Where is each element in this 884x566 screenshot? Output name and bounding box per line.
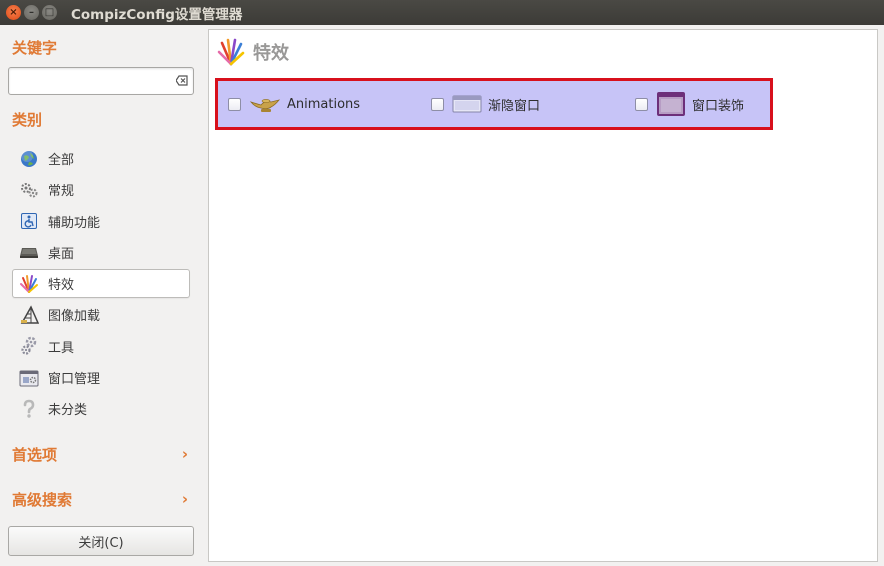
image-loading-icon xyxy=(19,305,39,325)
category-item-general[interactable]: 常规 xyxy=(12,175,190,204)
category-item-window-management[interactable]: 窗口管理 xyxy=(12,363,190,392)
title-bar: × – □ CompizConfig设置管理器 xyxy=(0,0,884,25)
category-item-uncategorized[interactable]: 未分类 xyxy=(12,394,190,423)
minimize-window-icon[interactable]: – xyxy=(24,5,39,20)
plugin-list: Animations 渐隐窗口 窗口装饰 xyxy=(215,78,773,130)
main-window: 关键字 类别 全部 常规 辅助功能 桌面 特效 图像加载 工具 窗口管理 未分类… xyxy=(0,25,884,566)
tools-icon xyxy=(19,336,39,356)
globe-icon xyxy=(19,149,39,169)
category-item-all[interactable]: 全部 xyxy=(12,144,190,173)
desktop-icon xyxy=(19,242,39,262)
lamp-icon xyxy=(249,99,281,112)
effects-icon xyxy=(217,38,245,66)
window-decoration-icon xyxy=(657,92,685,116)
window-controls: × – □ xyxy=(6,5,57,20)
maximize-window-icon[interactable]: □ xyxy=(42,5,57,20)
category-label: 窗口管理 xyxy=(48,372,101,388)
plugin-item-animations[interactable]: Animations xyxy=(228,81,360,127)
plugin-label: 渐隐窗口 xyxy=(488,98,541,114)
category-label: 辅助功能 xyxy=(48,215,101,231)
window-title: CompizConfig设置管理器 xyxy=(71,6,243,23)
effects-icon xyxy=(19,274,39,294)
preferences-label: 首选项 xyxy=(12,445,58,464)
category-item-desktop[interactable]: 桌面 xyxy=(12,238,190,267)
clear-search-icon[interactable] xyxy=(176,75,188,86)
sidebar: 关键字 类别 全部 常规 辅助功能 桌面 特效 图像加载 工具 窗口管理 未分类… xyxy=(0,25,208,566)
category-item-effects[interactable]: 特效 xyxy=(12,269,190,299)
category-item-tools[interactable]: 工具 xyxy=(12,332,190,361)
plugin-item-window-decoration[interactable]: 窗口装饰 xyxy=(635,81,744,127)
plugin-checkbox[interactable] xyxy=(228,97,241,111)
advanced-search-expander[interactable]: 高级搜索 › xyxy=(12,488,190,510)
categories-heading: 类别 xyxy=(12,111,43,129)
filter-heading: 关键字 xyxy=(12,39,58,57)
category-label: 图像加载 xyxy=(48,309,101,325)
content-header: 特效 xyxy=(217,38,289,66)
content-panel: 特效 Animations 渐隐窗口 窗口装饰 xyxy=(208,29,878,562)
uncategorized-icon xyxy=(19,399,39,419)
category-list: 全部 常规 辅助功能 桌面 特效 图像加载 工具 窗口管理 未分类 xyxy=(12,144,190,426)
gears-icon xyxy=(19,180,39,200)
accessibility-icon xyxy=(19,211,39,231)
category-label: 桌面 xyxy=(48,246,75,262)
chevron-right-icon: › xyxy=(181,490,188,508)
plugin-label: Animations xyxy=(287,96,361,112)
advanced-search-label: 高级搜索 xyxy=(12,490,73,509)
category-item-image-loading[interactable]: 图像加载 xyxy=(12,300,190,329)
close-window-icon[interactable]: × xyxy=(6,5,21,20)
category-label: 工具 xyxy=(48,340,75,356)
plugin-checkbox[interactable] xyxy=(431,97,444,111)
category-item-accessibility[interactable]: 辅助功能 xyxy=(12,207,190,236)
search-input[interactable] xyxy=(8,67,194,95)
page-title: 特效 xyxy=(253,43,289,64)
category-label: 特效 xyxy=(48,278,75,294)
chevron-right-icon: › xyxy=(181,445,188,463)
close-button[interactable]: 关闭(C) xyxy=(8,526,194,556)
plugin-checkbox[interactable] xyxy=(635,97,648,111)
plugin-item-window-fade[interactable]: 渐隐窗口 xyxy=(431,81,540,127)
window-management-icon xyxy=(19,368,39,388)
preferences-expander[interactable]: 首选项 › xyxy=(12,443,190,465)
category-label: 未分类 xyxy=(48,403,88,419)
category-label: 全部 xyxy=(48,153,75,168)
window-fade-icon xyxy=(452,95,482,113)
category-label: 常规 xyxy=(48,184,75,200)
plugin-label: 窗口装饰 xyxy=(692,98,745,114)
